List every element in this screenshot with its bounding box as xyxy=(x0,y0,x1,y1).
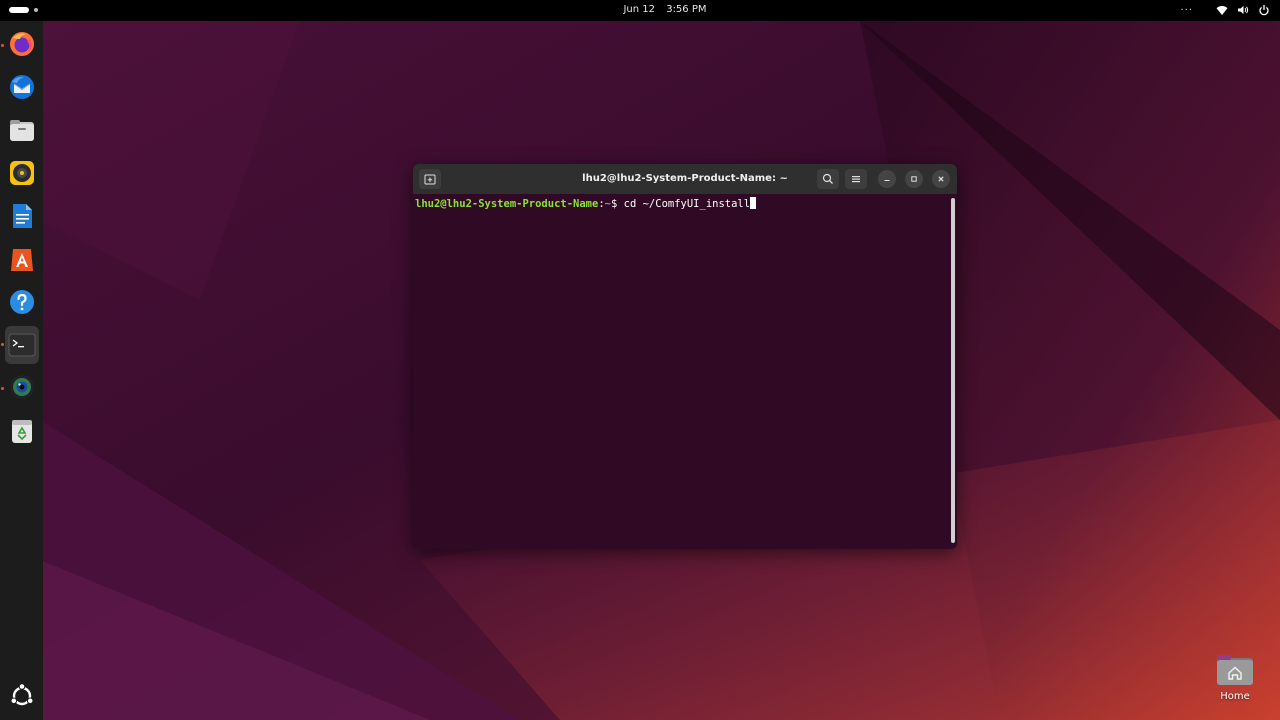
dock-item-camera[interactable] xyxy=(5,370,39,404)
close-icon xyxy=(938,176,944,182)
search-button[interactable] xyxy=(817,169,839,189)
text-cursor xyxy=(750,197,757,209)
home-folder-icon xyxy=(1217,655,1253,685)
system-tray[interactable]: ··· xyxy=(1180,3,1270,17)
terminal-title: lhu2@lhu2-System-Product-Name: ~ xyxy=(582,173,788,184)
more-indicators-icon[interactable]: ··· xyxy=(1180,5,1193,16)
dock-item-firefox[interactable] xyxy=(5,27,39,61)
terminal-window[interactable]: lhu2@lhu2-System-Product-Name: ~ lhu2@lh… xyxy=(413,164,957,549)
running-indicator xyxy=(1,343,4,346)
desktop-home-shortcut[interactable]: Home xyxy=(1210,652,1260,706)
minimize-icon xyxy=(884,180,890,181)
trash-icon xyxy=(12,420,32,443)
running-indicator xyxy=(1,44,4,47)
show-apps-button[interactable] xyxy=(5,679,39,713)
dock-item-writer[interactable] xyxy=(5,199,39,233)
maximize-icon xyxy=(911,176,917,182)
thunderbird-icon xyxy=(10,75,34,99)
power-icon xyxy=(1259,5,1269,16)
volume-icon xyxy=(1238,6,1249,14)
wifi-icon xyxy=(1216,6,1228,15)
dock-item-rhythmbox[interactable] xyxy=(5,156,39,190)
terminal-titlebar[interactable]: lhu2@lhu2-System-Product-Name: ~ xyxy=(413,164,957,194)
camera-lens-icon xyxy=(10,375,34,399)
ubuntu-logo-icon xyxy=(10,683,34,706)
search-icon xyxy=(822,173,833,184)
prompt-user-host: lhu2@lhu2-System-Product-Name xyxy=(415,198,599,210)
dock xyxy=(0,21,43,720)
command-line: lhu2@lhu2-System-Product-Name:~$ cd ~/Co… xyxy=(415,197,757,210)
activities-indicator[interactable] xyxy=(9,7,41,15)
rhythmbox-icon xyxy=(10,161,34,185)
dock-item-trash[interactable] xyxy=(5,414,39,448)
dock-item-help[interactable] xyxy=(5,285,39,319)
running-indicator xyxy=(1,387,4,390)
workspace-active-pill xyxy=(9,7,29,13)
help-icon xyxy=(10,290,34,314)
new-tab-icon xyxy=(424,174,436,185)
dock-item-terminal[interactable] xyxy=(5,326,39,364)
terminal-icon xyxy=(8,333,36,357)
close-button[interactable] xyxy=(932,170,950,188)
dock-item-thunderbird[interactable] xyxy=(5,70,39,104)
dock-item-app-center[interactable] xyxy=(5,242,39,276)
app-center-icon xyxy=(11,249,33,271)
date-label: Jun 12 xyxy=(623,4,656,15)
maximize-button[interactable] xyxy=(905,170,923,188)
workspace-dot xyxy=(34,8,38,12)
dock-item-files[interactable] xyxy=(5,113,39,147)
terminal-scrollbar[interactable] xyxy=(951,198,955,543)
menu-button[interactable] xyxy=(845,169,867,189)
desktop: Jun 12 3:56 PM ··· lhu2@lhu2-System-Prod… xyxy=(0,0,1280,720)
time-label: 3:56 PM xyxy=(666,4,707,15)
top-bar: Jun 12 3:56 PM ··· xyxy=(0,0,1280,21)
terminal-output[interactable]: lhu2@lhu2-System-Product-Name:~$ cd ~/Co… xyxy=(413,194,957,549)
hamburger-menu-icon xyxy=(852,176,860,183)
command-text: cd ~/ComfyUI_install xyxy=(623,198,751,210)
libreoffice-writer-icon xyxy=(13,204,32,228)
new-tab-button[interactable] xyxy=(419,169,441,189)
firefox-icon xyxy=(10,32,34,56)
files-icon xyxy=(10,120,34,141)
minimize-button[interactable] xyxy=(878,170,896,188)
date-time-menu[interactable]: Jun 12 3:56 PM xyxy=(610,4,720,15)
prompt-symbol: $ xyxy=(610,198,624,210)
home-label: Home xyxy=(1220,691,1250,702)
